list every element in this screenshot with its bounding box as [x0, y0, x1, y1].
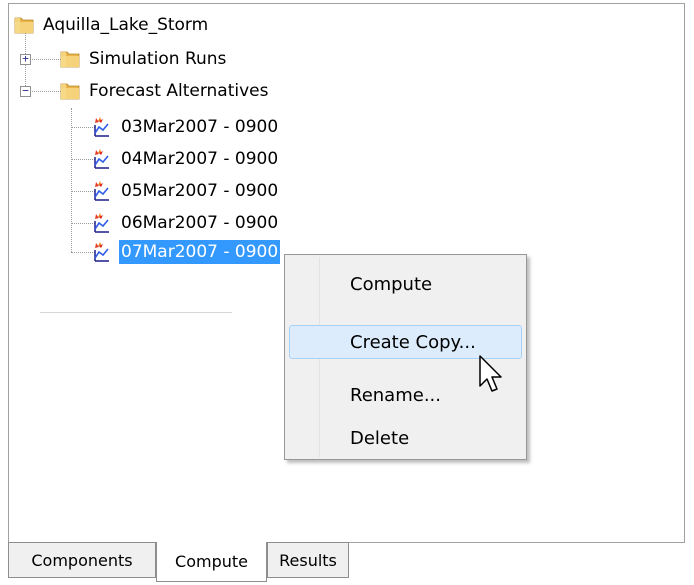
forecast-alternative-icon [91, 212, 113, 234]
menu-item-compute[interactable]: Compute [289, 267, 522, 301]
tree-node-alternative[interactable]: 03Mar2007 - 0900 [91, 111, 280, 143]
expand-icon[interactable]: + [20, 53, 31, 65]
forecast-alternative-icon [91, 180, 113, 202]
folder-icon [59, 48, 81, 70]
forecast-alternative-icon [91, 116, 113, 138]
tree-node-label: 04Mar2007 - 0900 [121, 149, 279, 169]
mouse-pointer-icon [479, 355, 502, 392]
tab-components[interactable]: Components [8, 542, 156, 578]
menu-item-delete[interactable]: Delete [289, 421, 522, 455]
tree-node-alternative[interactable]: 04Mar2007 - 0900 [91, 143, 280, 175]
folder-icon [59, 80, 81, 102]
tree-node-label: 06Mar2007 - 0900 [121, 213, 279, 233]
tree-node-alternative-selected[interactable]: 07Mar2007 - 0900 [91, 236, 281, 268]
tree-node-label: 07Mar2007 - 0900 [119, 240, 281, 264]
tree-node-alternative[interactable]: 05Mar2007 - 0900 [91, 175, 280, 207]
tree-node-alternative[interactable]: 06Mar2007 - 0900 [91, 207, 280, 239]
tree-node-label: Aquilla_Lake_Storm [43, 15, 209, 35]
forecast-alternative-icon [91, 148, 113, 170]
tree-connector [71, 108, 72, 252]
collapse-icon[interactable]: − [20, 85, 31, 97]
tab-results[interactable]: Results [267, 542, 349, 578]
tree-node-label: 05Mar2007 - 0900 [121, 181, 279, 201]
tree-node-label: Forecast Alternatives [89, 81, 269, 101]
tree-node-root[interactable]: Aquilla_Lake_Storm [13, 9, 210, 41]
tree-node-label: Simulation Runs [89, 49, 227, 69]
tree-node-label: 03Mar2007 - 0900 [121, 117, 279, 137]
tab-compute[interactable]: Compute [156, 542, 267, 582]
forecast-alternative-icon [91, 241, 113, 263]
tree-node-forecast-alternatives[interactable]: Forecast Alternatives [59, 75, 270, 107]
menu-separator [40, 312, 232, 313]
folder-icon [13, 14, 35, 36]
tree-node-simulation-runs[interactable]: Simulation Runs [59, 43, 228, 75]
